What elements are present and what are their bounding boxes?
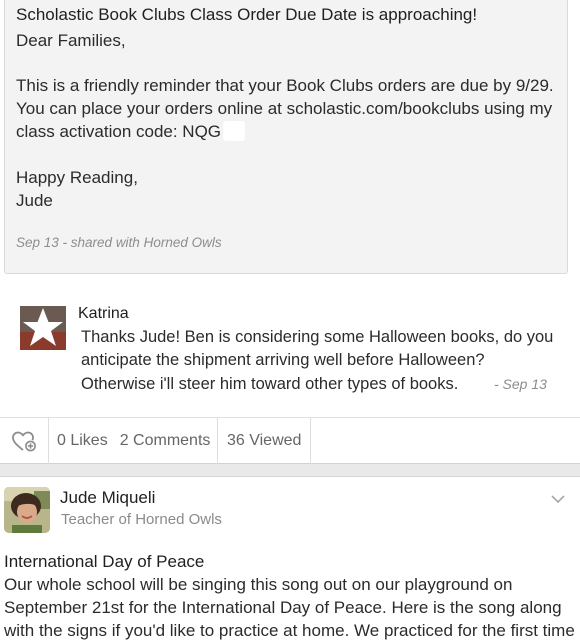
- comment-date: - Sep 13: [494, 376, 547, 392]
- post-stats-bar: 0 Likes 2 Comments 36 Viewed: [0, 417, 580, 464]
- author-avatar[interactable]: [4, 487, 50, 533]
- likes-count[interactable]: 0 Likes: [57, 432, 108, 450]
- post-menu-button[interactable]: [549, 490, 567, 508]
- announcement-meta: Sep 13 - shared with Horned Owls: [16, 235, 222, 250]
- announcement-body-line: This is a friendly reminder that your Bo…: [16, 76, 554, 95]
- post-body-line: Our whole school will be singing this so…: [4, 575, 513, 594]
- post-divider: [0, 464, 580, 477]
- post-body-line: September 21st for the International Day…: [4, 598, 562, 617]
- like-button[interactable]: [0, 418, 49, 464]
- announcement-card: Scholastic Book Clubs Class Order Due Da…: [4, 0, 568, 274]
- announcement-signature: Jude: [16, 191, 53, 210]
- viewed-count[interactable]: 36 Viewed: [218, 418, 311, 464]
- comment-author[interactable]: Katrina: [78, 305, 129, 323]
- chevron-down-icon: [551, 495, 565, 504]
- activation-code-text: class activation code: NQG: [16, 122, 222, 141]
- star-avatar-icon: [20, 306, 66, 350]
- comment-avatar[interactable]: [20, 306, 66, 350]
- author-name[interactable]: Jude Miqueli: [60, 488, 155, 508]
- heart-plus-icon: [12, 431, 36, 452]
- comment-text-line: anticipate the shipment arriving well be…: [81, 351, 485, 369]
- announcement-closing: Happy Reading,: [16, 168, 138, 187]
- redacted-code-mask: [223, 121, 246, 141]
- announcement-body-line: class activation code: NQG: [16, 121, 246, 143]
- photo-avatar-icon: [4, 487, 50, 533]
- announcement-greeting: Dear Families,: [16, 31, 126, 50]
- likes-comments-counts: 0 Likes 2 Comments: [49, 418, 218, 464]
- author-role: Teacher of Horned Owls: [61, 511, 222, 528]
- post-body-line: with the signs if you'd like to practice…: [4, 621, 575, 640]
- comment-text-line: Otherwise i'll steer him toward other ty…: [81, 375, 459, 393]
- announcement-body-line: You can place your orders online at scho…: [16, 99, 553, 118]
- announcement-title: Scholastic Book Clubs Class Order Due Da…: [16, 5, 478, 24]
- post-title: International Day of Peace: [4, 552, 205, 571]
- comment-text-line: Thanks Jude! Ben is considering some Hal…: [81, 328, 554, 346]
- comments-count[interactable]: 2 Comments: [120, 432, 211, 450]
